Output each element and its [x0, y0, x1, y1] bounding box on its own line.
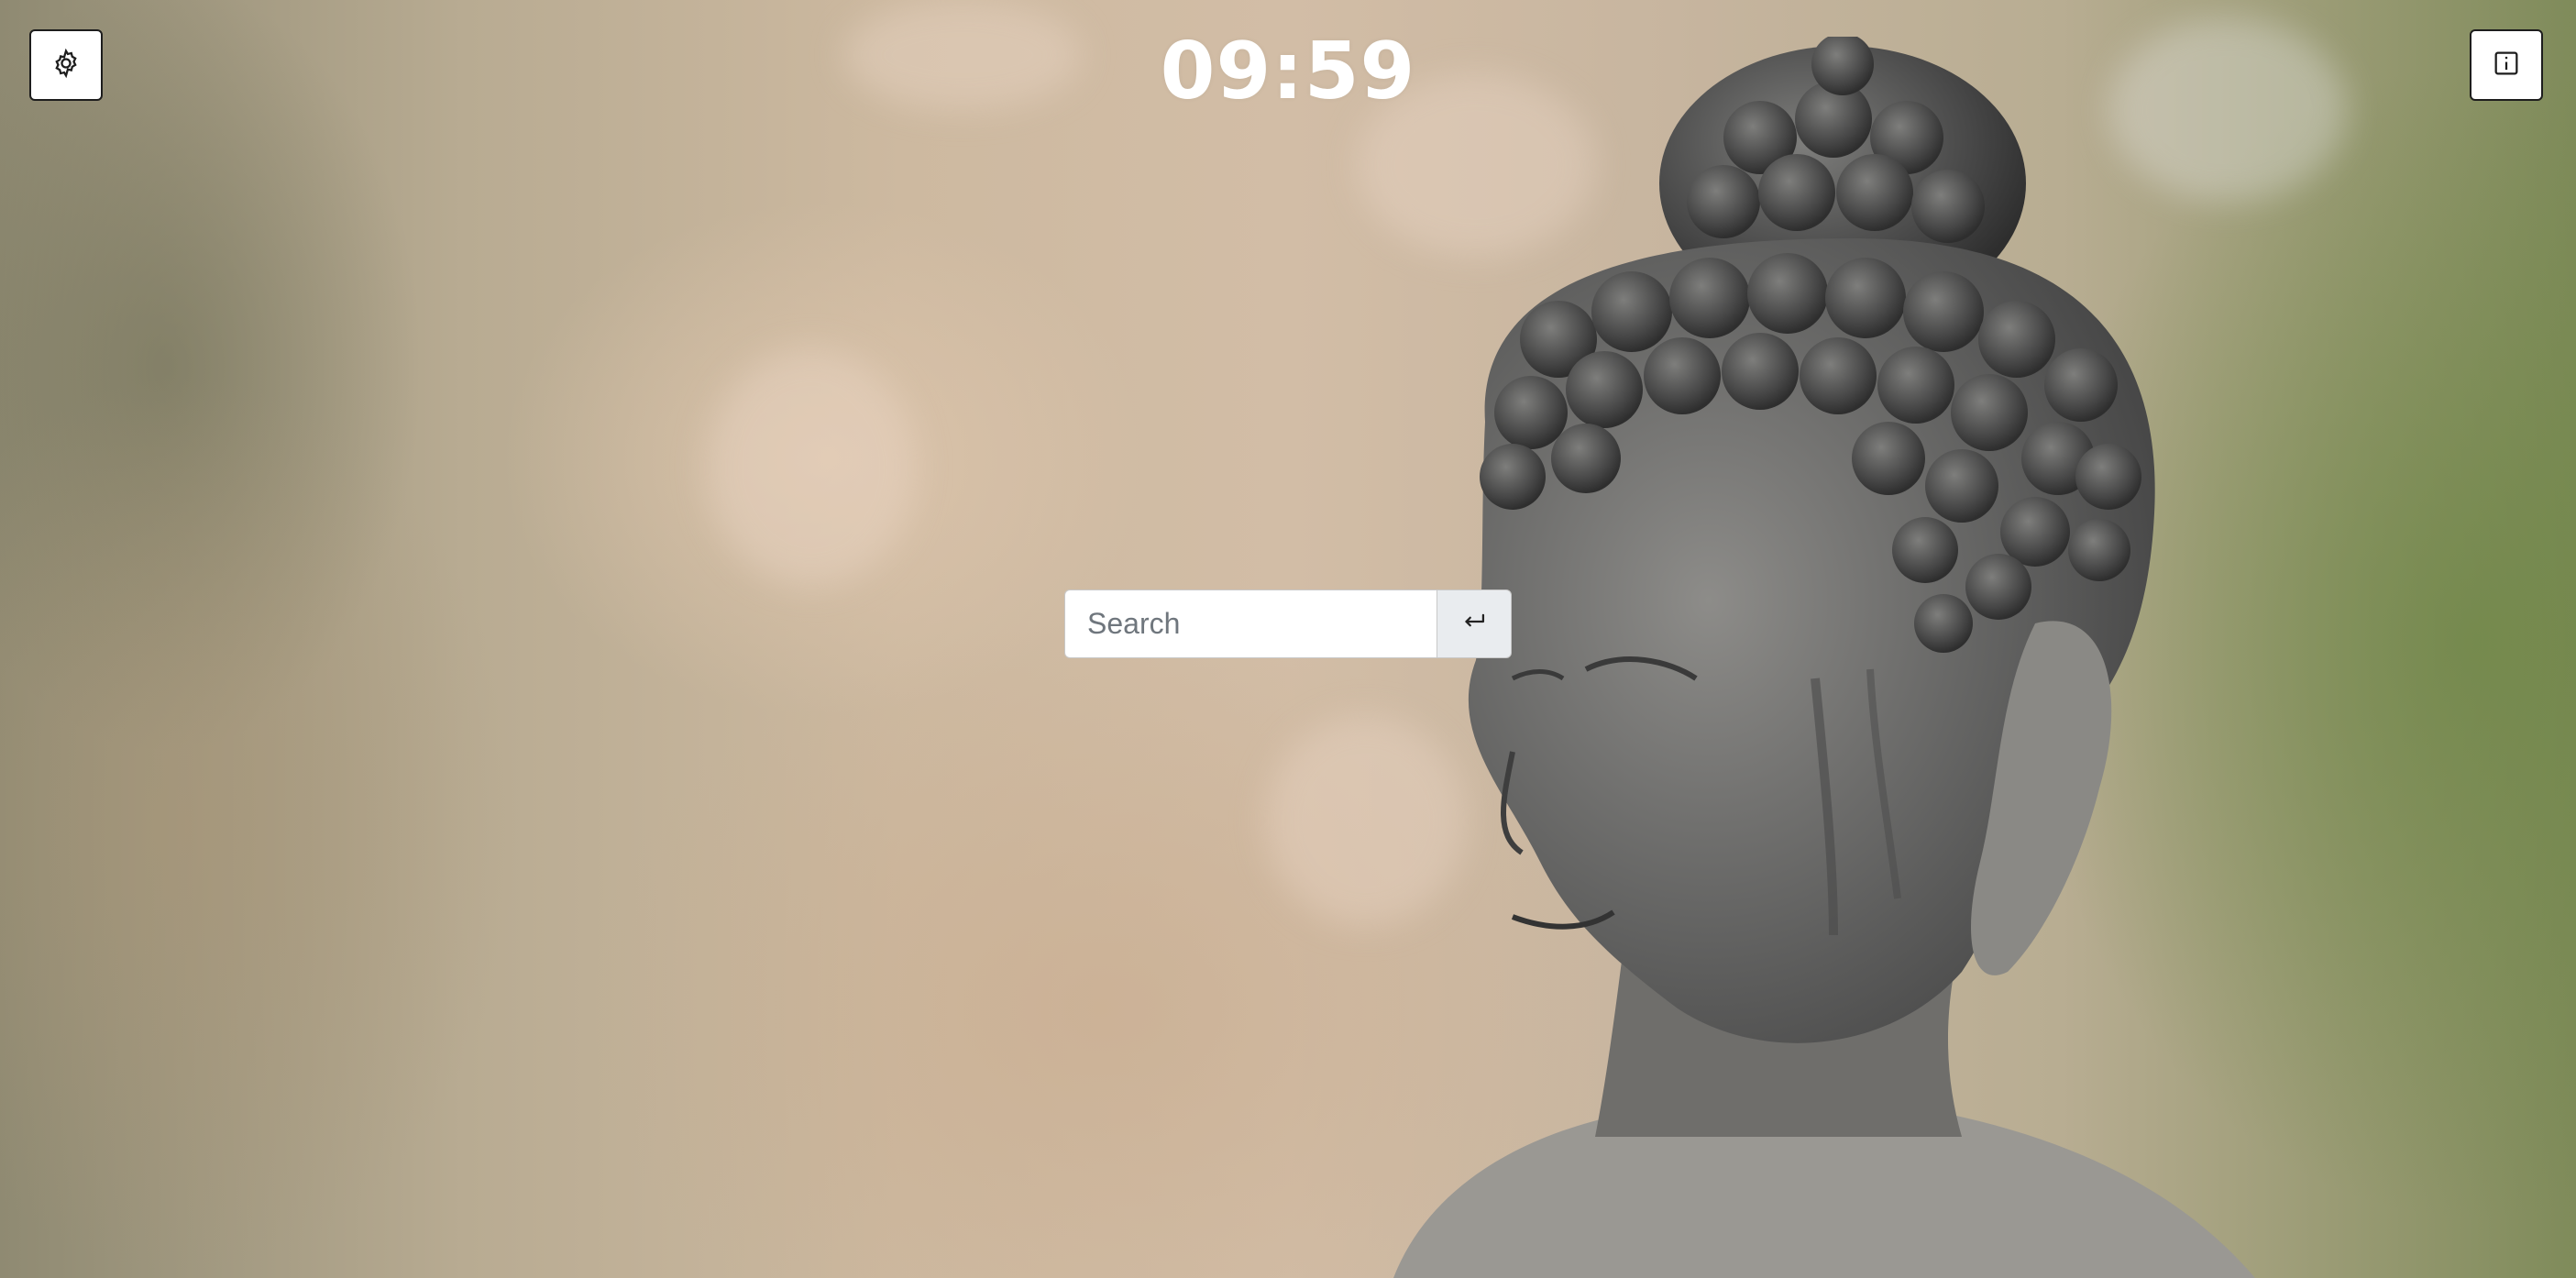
search-input[interactable] [1064, 589, 1437, 658]
clock-time: 09:59 [1160, 26, 1416, 117]
gear-icon [50, 48, 82, 83]
background-bokeh [706, 348, 917, 587]
settings-button[interactable] [29, 29, 103, 101]
new-tab-page: 09:59 [0, 0, 2576, 1278]
search-bar [1064, 589, 1512, 658]
enter-return-icon [1459, 606, 1490, 642]
info-icon [2491, 48, 2522, 83]
info-button[interactable] [2470, 29, 2543, 101]
background-bokeh [843, 0, 1082, 110]
search-submit-button[interactable] [1437, 589, 1512, 658]
